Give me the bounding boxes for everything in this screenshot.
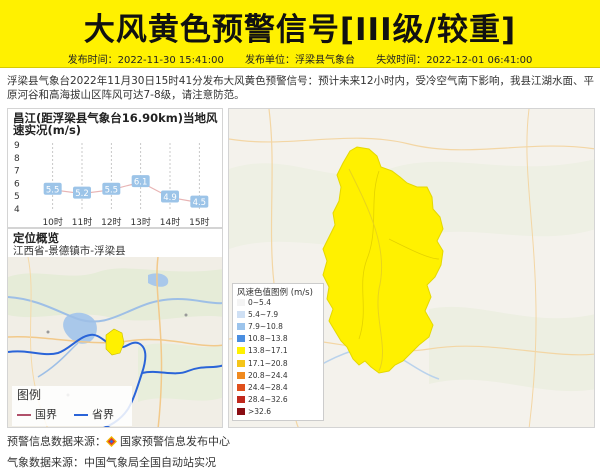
town-marker <box>46 330 50 334</box>
x-tick-label: 15时 <box>189 216 209 228</box>
terrain-patch <box>8 268 222 321</box>
wind-legend-swatch <box>237 359 245 367</box>
wind-legend-label: >32.6 <box>248 406 271 416</box>
wind-legend-swatch <box>237 323 245 331</box>
data-label: 5.2 <box>75 189 89 199</box>
wind-legend-item: 24.4~28.4 <box>237 383 288 393</box>
data-label: 4.9 <box>163 193 177 203</box>
wind-legend-label: 5.4~7.9 <box>248 310 279 320</box>
location-subtitle: 江西省-景德镇市-浮梁县 <box>13 245 126 257</box>
wind-legend-item: 20.8~24.4 <box>237 371 288 381</box>
data-label: 4.5 <box>193 198 207 208</box>
wind-legend-item: 10.8~13.8 <box>237 334 288 344</box>
wind-legend-label: 24.4~28.4 <box>248 382 288 392</box>
town-marker <box>184 313 188 317</box>
y-tick-label: 9 <box>14 141 20 151</box>
wind-legend-label: 10.8~13.8 <box>248 334 288 344</box>
wind-legend-swatch <box>237 383 245 391</box>
y-tick-label: 8 <box>14 154 20 164</box>
map-legend: 图例 国界 省界 <box>12 386 132 426</box>
wind-legend-item: 28.4~32.6 <box>237 395 288 405</box>
y-tick-label: 6 <box>14 179 20 189</box>
x-tick-label: 10时 <box>42 216 62 228</box>
weather-source: 中国气象局全国自动站实况 <box>84 456 216 469</box>
warning-source-line: 预警信息数据来源： 国家预警信息发布中心 <box>7 433 230 449</box>
wind-legend-swatch <box>237 407 245 415</box>
legend-title: 图例 <box>17 388 42 402</box>
publish-time-label: 发布时间： <box>67 55 118 66</box>
wind-speed-panel: 4 5 6 7 8 9 10时 11时 12时 13时 14时 15时 5.5 5.2 5.5 6.1 4.9 4… <box>7 108 223 228</box>
legend-national-border: 国界 <box>17 406 57 422</box>
publisher-label: 发布单位： <box>245 55 295 66</box>
publisher: 浮梁县气象台 <box>295 55 355 66</box>
weather-source-line: 气象数据来源：中国气象局全国自动站实况 <box>7 454 216 470</box>
wind-legend-title: 风速色值图例 (m/s) <box>237 288 313 298</box>
x-tick-label: 13时 <box>130 216 150 228</box>
wind-legend-label: 28.4~32.6 <box>248 394 288 404</box>
data-label: 6.1 <box>134 178 148 188</box>
wind-legend-label: 13.8~17.1 <box>248 346 288 356</box>
y-tick-label: 5 <box>14 192 20 202</box>
wind-legend-swatch <box>237 371 245 379</box>
warning-title: 大风黄色预警信号[III级/较重] <box>83 12 517 48</box>
expire-time: 2022-12-01 06:41:00 <box>426 55 533 66</box>
weather-source-label: 气象数据来源： <box>7 456 84 469</box>
wind-legend-swatch <box>237 347 245 355</box>
wind-legend-swatch <box>237 299 245 306</box>
wind-legend-swatch <box>237 395 245 403</box>
wind-panel-title: 昌江(距浮梁县气象台16.90km)当地风速实况(m/s) <box>13 111 218 137</box>
wind-legend-item: 13.8~17.1 <box>237 346 288 356</box>
wind-legend-swatch <box>237 311 245 319</box>
data-label: 5.5 <box>105 185 119 195</box>
wind-legend-item: 5.4~7.9 <box>237 310 278 320</box>
warning-description: 浮梁县气象台2022年11月30日15时41分发布大风黄色预警信号：预计未来12… <box>7 75 595 101</box>
publish-time: 2022-11-30 15:41:00 <box>117 55 224 66</box>
x-tick-label: 12时 <box>101 216 121 228</box>
wind-legend-label: 0~5.4 <box>248 298 271 307</box>
wind-legend-label: 7.9~10.8 <box>248 322 283 332</box>
wind-legend-item: 17.1~20.8 <box>237 359 288 369</box>
diamond-logo-icon <box>106 436 117 447</box>
warning-banner: 大风黄色预警信号[III级/较重] 发布时间：2022-11-30 15:41:… <box>0 0 600 68</box>
y-tick-label: 4 <box>14 205 20 215</box>
wind-legend-label: 20.8~24.4 <box>248 370 288 380</box>
wind-legend-item: 0~5.4 <box>237 298 271 308</box>
province-border-swatch <box>74 414 88 416</box>
wind-legend-swatch <box>237 335 245 343</box>
wind-legend-label: 17.1~20.8 <box>248 358 288 368</box>
x-tick-label: 14时 <box>160 216 180 228</box>
wind-color-legend: 风速色值图例 (m/s) 0~5.4 5.4~7.9 7.9~10.8 10.8~13… <box>232 283 324 421</box>
national-border-swatch <box>17 414 31 416</box>
warning-meta: 发布时间：2022-11-30 15:41:00 发布单位：浮梁县气象台 失效时… <box>0 51 600 66</box>
warning-source[interactable]: 国家预警信息发布中心 <box>120 435 230 448</box>
x-tick-label: 11时 <box>72 216 92 228</box>
data-label: 5.5 <box>46 185 60 195</box>
warning-source-label: 预警信息数据来源： <box>7 435 106 448</box>
wind-legend-item: >32.6 <box>237 407 271 417</box>
legend-province-border: 省界 <box>74 406 114 422</box>
y-tick-label: 7 <box>14 167 20 177</box>
expire-time-label: 失效时间： <box>376 55 427 66</box>
wind-legend-item: 7.9~10.8 <box>237 322 283 332</box>
